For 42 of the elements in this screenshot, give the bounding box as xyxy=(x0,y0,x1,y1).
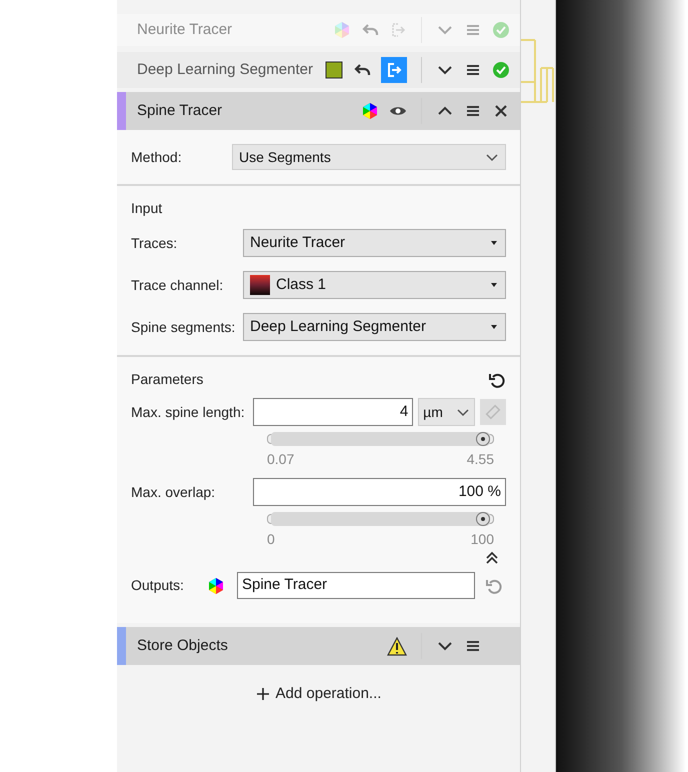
section-title: Parameters xyxy=(131,370,204,389)
slider-track[interactable] xyxy=(267,514,494,524)
section-title: Input xyxy=(131,199,164,218)
operation-title: Spine Tracer xyxy=(137,100,224,121)
operation-title: Store Objects xyxy=(137,636,229,656)
check-icon[interactable] xyxy=(492,21,510,39)
warning-icon[interactable] xyxy=(387,636,407,656)
dropdown[interactable]: Neurite Tracer xyxy=(243,229,506,257)
palette-icon[interactable] xyxy=(361,102,379,120)
slider-min-label: 0 xyxy=(267,530,275,549)
dropdown[interactable]: Deep Learning Segmenter xyxy=(243,313,506,341)
field-label: Max. overlap: xyxy=(131,482,216,502)
slider-min-label: 0.07 xyxy=(267,450,294,469)
channel-swatch-icon xyxy=(250,275,270,295)
slider-max-label: 4.55 xyxy=(466,450,494,469)
swatch-icon[interactable] xyxy=(325,61,343,79)
field-label: Max. spine length: xyxy=(131,402,246,422)
operation-title: Deep Learning Segmenter xyxy=(137,60,314,80)
field-label: Traces: xyxy=(131,234,178,252)
unit-dropdown[interactable]: µm xyxy=(418,398,476,426)
check-icon[interactable] xyxy=(492,61,510,79)
operation-header[interactable]: Deep Learning Segmenter xyxy=(117,52,520,88)
value-field[interactable]: 4 xyxy=(252,398,414,426)
add-operation-button[interactable]: Add operation... xyxy=(248,679,390,710)
method-dropdown[interactable]: Use Segments xyxy=(232,144,506,170)
field-label: Trace channel: xyxy=(131,276,224,294)
field-label: Outputs: xyxy=(131,576,185,595)
double-chevron-up-icon[interactable] xyxy=(484,550,500,566)
plus-icon[interactable] xyxy=(256,687,270,702)
dropdown[interactable]: Class 1 xyxy=(243,271,506,299)
exit-icon[interactable] xyxy=(381,57,407,83)
slider-max-label: 100 xyxy=(470,530,494,549)
palette-icon[interactable] xyxy=(207,576,225,594)
operation-title: Neurite Tracer xyxy=(137,20,234,40)
slider-track[interactable] xyxy=(267,434,494,444)
operation-header[interactable]: Store Objects xyxy=(117,627,520,665)
field-label: Method: xyxy=(131,148,183,166)
field-label: Spine segments: xyxy=(131,318,236,337)
connector-drawing xyxy=(521,38,555,104)
operation-header[interactable]: Spine Tracer xyxy=(117,92,520,130)
output-name-field[interactable]: Spine Tracer xyxy=(237,572,475,599)
value-field[interactable]: 100 % xyxy=(253,478,506,506)
